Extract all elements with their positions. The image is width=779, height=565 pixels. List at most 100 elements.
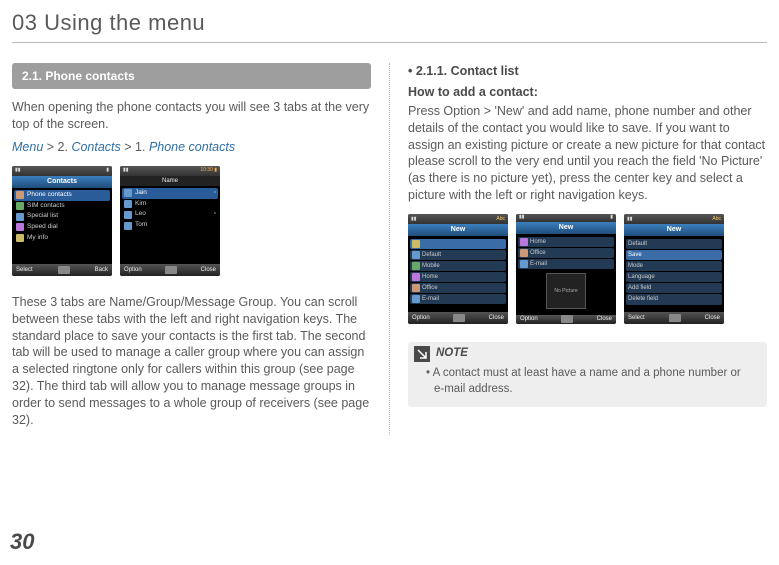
screen-body: Default Mobile Home Office E-mail (408, 236, 508, 312)
tab: Name (162, 177, 178, 185)
field-label: Mobile (422, 262, 440, 270)
screen-body: Phone contacts SIM contacts Special list… (12, 188, 112, 264)
list-label: Kim (135, 200, 146, 209)
list-item: SIM contacts (14, 201, 110, 212)
note-arrow-icon (414, 346, 430, 362)
list-item: Jain ▫ (122, 188, 218, 199)
path-contacts: Contacts (71, 140, 120, 154)
softkey-center-icon (453, 314, 465, 322)
contact-icon (124, 222, 132, 230)
softkey-left: Option (412, 314, 430, 322)
field-icon (412, 251, 420, 259)
field-label: E-mail (422, 295, 439, 303)
field-row: Default (626, 239, 722, 249)
screen-body: Jain▫ Kim Leo▫ Tom (120, 186, 220, 264)
note-label: NOTE (436, 346, 468, 362)
softkey-bar: Option Close (408, 312, 508, 324)
note-box: NOTE • A contact must at least have a na… (408, 342, 767, 407)
field-row: E-mail (518, 259, 614, 269)
softkey-center-icon (58, 266, 70, 274)
softkey-right: Close (705, 314, 720, 322)
contact-icon (124, 211, 132, 219)
list-label: Speed dial (27, 223, 58, 232)
path-sep1: > 2. (43, 140, 71, 154)
path-sep2: > 1. (121, 140, 149, 154)
note-header: NOTE (408, 342, 767, 364)
list-item: Special list (14, 211, 110, 222)
softkey-left: Option (520, 315, 538, 323)
field-row: Delete field (626, 294, 722, 304)
path-phone-contacts: Phone contacts (149, 140, 235, 154)
path-menu: Menu (12, 140, 43, 154)
field-row: Save (626, 250, 722, 260)
left-column: 2.1. Phone contacts When opening the pho… (12, 63, 390, 435)
sim-icon: ▫ (214, 189, 216, 198)
sim-icon: ▫ (214, 210, 216, 219)
list-item: Speed dial (14, 222, 110, 233)
phone-screenshot-contact-list: ▮▮10:30 ▮ Name Jain▫ Kim Leo▫ Tom Option… (120, 166, 220, 276)
screen-body: Home Office E-mail No Picture (516, 234, 616, 315)
softkey-center-icon (561, 315, 573, 323)
field-row: Mode (626, 261, 722, 271)
softkey-left: Select (628, 314, 645, 322)
list-item: Phone contacts (14, 190, 110, 201)
list-icon (16, 191, 24, 199)
phone-screenshot-new-contact-options: ▮▮Abc New Default Save Mode Language Add… (624, 214, 724, 324)
list-label: My info (27, 234, 48, 243)
contact-icon (124, 189, 132, 197)
list-item: My info (14, 233, 110, 244)
field-row (410, 239, 506, 249)
subsection-heading: • 2.1.1. Contact list (408, 63, 767, 80)
field-row: Language (626, 272, 722, 282)
field-label: Default (422, 251, 441, 259)
status-bar: ▮▮▮ (12, 166, 112, 176)
screen-body: Default Save Mode Language Add field Del… (624, 236, 724, 312)
no-picture-box: No Picture (546, 273, 586, 309)
menu-path: Menu > 2. Contacts > 1. Phone contacts (12, 139, 371, 156)
field-label: Save (628, 251, 642, 259)
field-row: E-mail (410, 294, 506, 304)
page-header: 03 Using the menu (12, 0, 767, 43)
field-icon (412, 273, 420, 281)
field-row: Default (410, 250, 506, 260)
tab-bar: Name (120, 176, 220, 186)
list-label: Leo (135, 210, 146, 219)
field-label: Home (530, 238, 546, 246)
field-row: Add field (626, 283, 722, 293)
list-label: Special list (27, 212, 58, 221)
field-row: Mobile (410, 261, 506, 271)
field-icon (412, 295, 420, 303)
status-bar: ▮▮Abc (624, 214, 724, 224)
field-icon (520, 238, 528, 246)
explanation-paragraph: These 3 tabs are Name/Group/Message Grou… (12, 294, 371, 429)
field-row: Home (410, 272, 506, 282)
softkey-bar: Option Close (516, 315, 616, 324)
list-icon (16, 202, 24, 210)
phone-screenshot-new-contact-top: ▮▮Abc New Default Mobile Home Office E-m… (408, 214, 508, 324)
field-icon (520, 260, 528, 268)
note-text: • A contact must at least have a name an… (408, 364, 767, 397)
list-label: Jain (135, 189, 147, 198)
list-item: Kim (122, 199, 218, 210)
softkey-left: Option (124, 266, 142, 274)
list-label: Phone contacts (27, 191, 72, 200)
left-screenshots-row: ▮▮▮ Contacts Phone contacts SIM contacts… (12, 166, 371, 276)
field-label: Mode (628, 262, 643, 270)
field-label: Language (628, 273, 655, 281)
softkey-right: Close (201, 266, 216, 274)
section-heading-bar: 2.1. Phone contacts (12, 63, 371, 89)
field-row: Office (410, 283, 506, 293)
field-label: Add field (628, 284, 651, 292)
how-to-paragraph: Press Option > 'New' and add name, phone… (408, 103, 767, 204)
field-row: Home (518, 237, 614, 247)
content-columns: 2.1. Phone contacts When opening the pho… (0, 43, 779, 435)
field-label: Delete field (628, 295, 658, 303)
softkey-center-icon (669, 314, 681, 322)
list-label: SIM contacts (27, 202, 65, 211)
screen-title: New (516, 222, 616, 234)
softkey-right: Close (489, 314, 504, 322)
field-label: Home (422, 273, 438, 281)
softkey-bar: Select Back (12, 264, 112, 276)
list-item: Leo ▫ (122, 209, 218, 220)
field-label: E-mail (530, 260, 547, 268)
